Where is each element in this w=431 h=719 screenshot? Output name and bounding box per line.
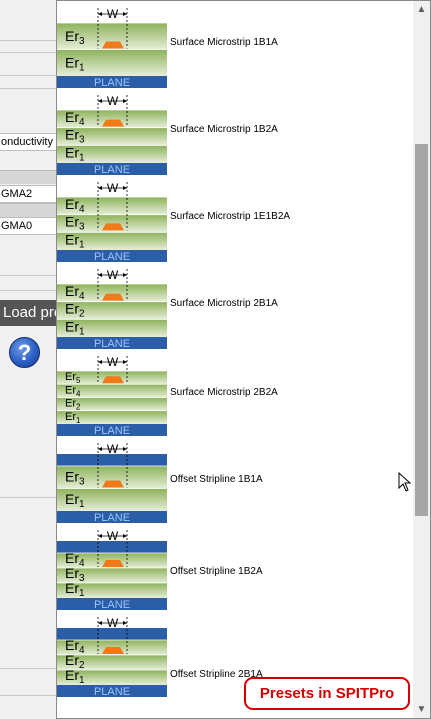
- width-label: W: [107, 442, 119, 456]
- divider: [0, 497, 60, 498]
- preset-item-label: Surface Microstrip 1B1A: [170, 37, 278, 48]
- preset-item[interactable]: Er4 Er3 Er1 PLANE W Surface Microstrip 1E1B2A: [57, 180, 414, 267]
- divider: [0, 40, 60, 41]
- stackup-diagram: Er3Er1PLANEW: [57, 7, 167, 88]
- preset-item[interactable]: Er4 Er2 Er1 PLANE W Surface Microstrip 2B1A: [57, 267, 414, 354]
- dielectric-index: 1: [79, 152, 85, 163]
- stackup-diagram: Er4Er2Er1PLANEW: [57, 616, 167, 697]
- width-label: W: [107, 7, 119, 21]
- scroll-down-arrow-icon[interactable]: ▼: [413, 701, 430, 718]
- grid-separator: [0, 203, 60, 217]
- divider: [0, 88, 60, 89]
- load-presets-button[interactable]: Load pre: [0, 300, 60, 326]
- width-label: W: [107, 268, 119, 282]
- width-label: W: [107, 355, 119, 369]
- dielectric-index: 2: [76, 403, 81, 412]
- material-field-2[interactable]: GMA0: [0, 217, 60, 235]
- divider: [0, 695, 60, 696]
- dielectric-index: 3: [79, 573, 85, 584]
- dielectric-index: 1: [79, 588, 85, 599]
- width-label: W: [107, 94, 119, 108]
- dielectric-index: 4: [76, 389, 81, 398]
- dielectric-index: 1: [79, 63, 85, 74]
- presets-callout: Presets in SPITPro: [244, 677, 410, 710]
- preset-item[interactable]: Er5 Er4 Er2 Er1 PLANE W Surface Microstrip 2B2…: [57, 354, 414, 441]
- dielectric-index: 4: [79, 117, 85, 128]
- plane-label: PLANE: [94, 77, 130, 88]
- stackup-diagram: Er5Er4Er2Er1PLANEW: [57, 355, 167, 436]
- dielectric-index: 1: [76, 416, 81, 425]
- dielectric-index: 4: [79, 558, 85, 569]
- plane-label: PLANE: [94, 686, 130, 697]
- divider: [0, 290, 60, 291]
- dielectric-index: 4: [79, 645, 85, 656]
- preset-item-label: Surface Microstrip 2B1A: [170, 298, 278, 309]
- preset-item-label: Offset Stripline 1B1A: [170, 474, 263, 485]
- divider: [0, 668, 60, 669]
- plane-label: PLANE: [94, 512, 130, 523]
- material-field-1[interactable]: GMA2: [0, 185, 60, 203]
- dielectric-index: 3: [79, 476, 85, 487]
- plane-label: PLANE: [94, 425, 130, 436]
- mouse-cursor-icon: [398, 472, 412, 492]
- plane-label: PLANE: [94, 251, 130, 262]
- dielectric-index: 1: [79, 499, 85, 510]
- stackup-diagram: Er4Er2Er1PLANEW: [57, 268, 167, 349]
- dielectric-index: 3: [79, 36, 85, 47]
- dielectric-index: 1: [79, 326, 85, 337]
- dielectric-index: 5: [76, 376, 81, 385]
- width-label: W: [107, 181, 119, 195]
- stackup-diagram: Er4Er3Er1PLANEW: [57, 94, 167, 175]
- question-circle-icon[interactable]: ?: [9, 337, 40, 368]
- preset-item[interactable]: Er4 Er3 Er1 PLANE W Surface Microstrip 1B2A: [57, 93, 414, 180]
- preset-dropdown-list[interactable]: Er3 Er1 PLANE W Surface Microstrip 1B1A Er4 Er…: [56, 0, 431, 719]
- preset-item[interactable]: Er3 Er1 PLANE W Surface Microstrip 1B1A: [57, 6, 414, 93]
- plane-label: PLANE: [94, 599, 130, 610]
- preset-item-label: Surface Microstrip 2B2A: [170, 387, 278, 398]
- preset-item-label: Offset Stripline 1B2A: [170, 566, 263, 577]
- dielectric-index: 4: [79, 291, 85, 302]
- width-label: W: [107, 616, 119, 630]
- width-label: W: [107, 529, 119, 543]
- stackup-diagram: Er3Er1PLANEW: [57, 442, 167, 523]
- scroll-up-arrow-icon[interactable]: ▲: [413, 1, 430, 18]
- dielectric-index: 1: [79, 239, 85, 250]
- background-window: onductivity GMA2 GMA0 Load pre ?: [0, 0, 60, 719]
- plane-label: PLANE: [94, 338, 130, 349]
- stackup-diagram: Er4Er3Er1PLANEW: [57, 181, 167, 262]
- plane-label: PLANE: [94, 164, 130, 175]
- scroll-thumb[interactable]: [415, 144, 428, 516]
- preset-item-label: Surface Microstrip 1E1B2A: [170, 211, 291, 222]
- stackup-diagram: Er4Er3Er1PLANEW: [57, 529, 167, 610]
- grid-separator: [0, 170, 60, 184]
- dielectric-index: 4: [79, 204, 85, 215]
- preset-item-label: Surface Microstrip 1B2A: [170, 124, 278, 135]
- dielectric-index: 2: [79, 309, 85, 320]
- dielectric-index: 1: [79, 675, 85, 686]
- dielectric-index: 2: [79, 660, 85, 671]
- divider: [0, 75, 60, 76]
- preset-item[interactable]: Er4 Er3 Er1 PLANE W Offset Stripline 1B2A: [57, 528, 414, 615]
- divider: [0, 52, 60, 53]
- dielectric-index: 3: [79, 135, 85, 146]
- conductivity-header: onductivity: [0, 133, 60, 151]
- dielectric-index: 3: [79, 222, 85, 233]
- preset-item[interactable]: Er3 Er1 PLANE W Offset Stripline 1B1A: [57, 441, 414, 528]
- divider: [0, 275, 60, 276]
- vertical-scrollbar[interactable]: ▲ ▼: [413, 1, 430, 718]
